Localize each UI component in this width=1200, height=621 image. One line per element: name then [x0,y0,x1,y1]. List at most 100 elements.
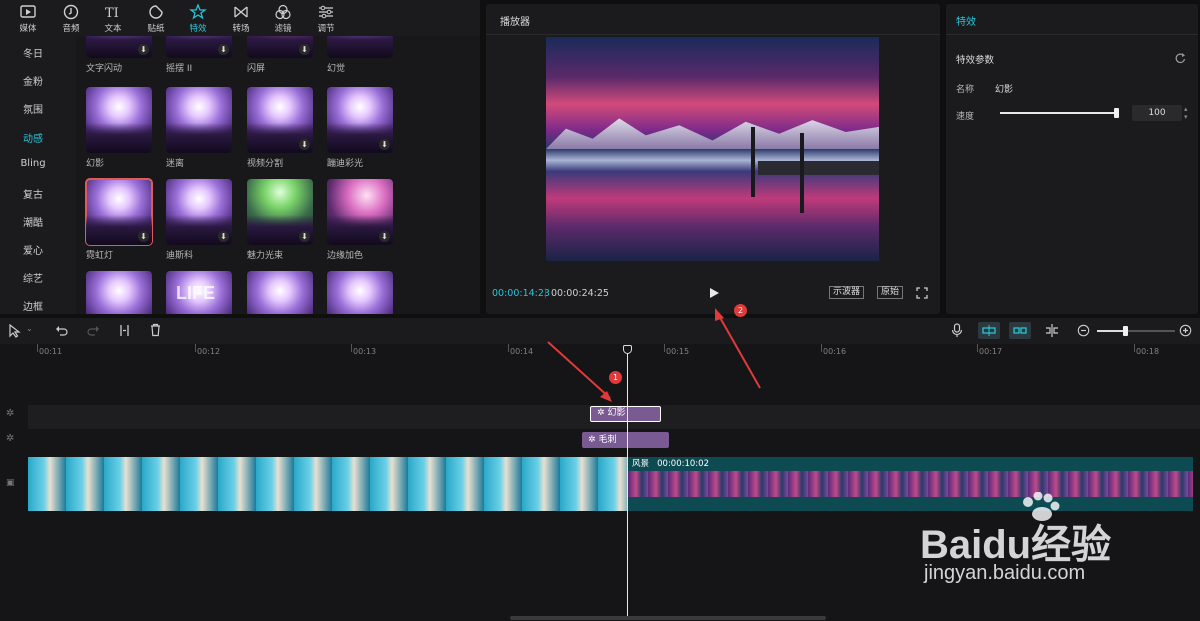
effect-item[interactable]: 迷离 [166,87,234,169]
category-item[interactable]: Bling [0,158,66,169]
chevron-down-icon[interactable]: ⌄ [26,324,33,333]
ruler-tick: 00:18 [1136,347,1160,356]
reset-icon[interactable] [1174,52,1186,64]
delete-icon[interactable] [149,323,162,337]
playhead[interactable] [627,346,628,616]
effect-item[interactable]: ⬇ 视频分割 [247,87,315,169]
ruler-tick: 00:11 [39,347,63,356]
download-icon[interactable]: ⬇ [138,231,149,242]
category-item[interactable]: 综艺 [0,270,66,285]
effect-grid: ⬇ 文字闪动 ⬇ 摇摆 II ⬇ 闪屏 幻觉 幻影 迷离 ⬇ 视频分割 ⬇ 蹦迪… [76,36,480,314]
magnet-icon [982,325,996,336]
category-item[interactable]: 复古 [0,186,66,201]
playhead-handle[interactable] [623,345,632,354]
effect-item[interactable]: LIFE [166,271,234,314]
tab-text[interactable]: TI 文本 [93,4,133,34]
download-icon[interactable]: ⬇ [218,44,229,55]
effect-item[interactable] [86,271,154,314]
tab-sticker[interactable]: 贴纸 [136,4,176,34]
watermark: Baidu经验 jingyan.baidu.com [920,492,1190,592]
total-time: 00:00:24:25 [551,288,609,299]
effect-item[interactable] [247,271,315,314]
download-icon[interactable]: ⬇ [218,231,229,242]
effect-item[interactable]: ⬇ 蹦迪彩光 [327,87,395,169]
player-panel: 播放器 00:00:14:23 | 00:00:24:25 示波器 原始 [486,4,940,314]
category-item[interactable]: 边框 [0,298,66,313]
params-title: 特效 [956,17,976,28]
effect-item[interactable]: ⬇ 迪斯科 [166,179,234,261]
split-icon[interactable] [118,324,131,337]
zoom-slider-handle[interactable] [1123,326,1129,336]
effect-thumbnail: ⬇ [85,178,153,246]
filter-icon [275,4,291,20]
effects-icon [189,4,207,20]
snap-icon [1013,327,1027,334]
media-icon [20,5,36,18]
horizontal-scrollbar[interactable] [510,616,826,620]
linkage-icon[interactable] [1044,323,1060,338]
undo-icon[interactable] [55,324,68,337]
transition-icon [234,6,248,18]
effect-thumbnail: ⬇ [166,36,232,58]
tab-media[interactable]: 媒体 [8,4,48,34]
redo-icon[interactable] [87,324,100,337]
effect-star-icon: ✲ [597,408,605,418]
ruler-tick: 00:16 [823,347,847,356]
effect-thumbnail: ⬇ [247,87,313,153]
category-item[interactable]: 潮酷 [0,214,66,229]
tab-effects[interactable]: 特效 [178,4,218,34]
effect-item-phantom[interactable]: 幻影 [86,87,154,169]
zoom-in-icon[interactable] [1179,324,1192,337]
download-icon[interactable]: ⬇ [379,231,390,242]
effect-item[interactable]: ⬇ 霓虹灯 [85,178,154,261]
effect-item[interactable] [327,271,395,314]
effect-item[interactable]: ⬇ 文字闪动 [86,36,154,74]
ruler-tick: 00:13 [353,347,377,356]
main-track-magnet-toggle[interactable] [978,322,1000,339]
original-ratio-button[interactable]: 原始 [877,286,904,299]
microphone-icon[interactable] [951,323,963,338]
effect-clip-phantom[interactable]: ✲ 幻影 [590,406,661,422]
speed-slider[interactable] [1000,108,1119,118]
category-item[interactable]: 氛围 [0,101,66,116]
category-item[interactable]: 金粉 [0,73,66,88]
category-item[interactable]: 爱心 [0,242,66,257]
effect-thumbnail: LIFE [166,271,232,314]
sticker-icon [149,5,163,19]
download-icon[interactable]: ⬇ [299,231,310,242]
tab-filter[interactable]: 滤镜 [263,4,303,34]
download-icon[interactable]: ⬇ [138,44,149,55]
preview-canvas[interactable] [546,37,879,261]
scope-button[interactable]: 示波器 [829,286,865,299]
video-clip-beach[interactable] [28,457,628,511]
auto-snap-toggle[interactable] [1009,322,1031,339]
effect-item[interactable]: ⬇ 闪屏 [247,36,315,74]
select-cursor-icon[interactable] [8,324,22,338]
effect-item[interactable]: ⬇ 魅力光束 [247,179,315,261]
category-item-active[interactable]: 动感 [0,130,66,145]
effect-item[interactable]: 幻觉 [327,36,395,74]
tab-adjust[interactable]: 调节 [306,4,346,34]
effect-thumbnail: ⬇ [327,87,393,153]
fullscreen-icon[interactable] [916,287,928,299]
zoom-out-icon[interactable] [1077,324,1090,337]
effect-track-1: ✲ 幻影 [28,405,1200,429]
effect-item[interactable]: ⬇ 摇摆 II [166,36,234,74]
speed-input[interactable]: 100 [1132,105,1182,121]
timeline-zoom-slider[interactable] [1097,326,1175,336]
effect-thumbnail [247,271,313,314]
effect-item[interactable]: ⬇ 边缘加色 [327,179,395,261]
play-icon[interactable] [708,287,720,299]
download-icon[interactable]: ⬇ [299,139,310,150]
tab-audio[interactable]: 音频 [51,4,91,34]
speed-slider-handle[interactable] [1113,108,1119,118]
media-toolbar: 媒体 音频 TI 文本 贴纸 特效 转场 滤镜 调节 [0,0,480,36]
effect-clip-glitch[interactable]: ✲ 毛刺 [582,432,669,448]
download-icon[interactable]: ⬇ [299,44,310,55]
speed-stepper-icon[interactable]: ▴ ▾ [1184,105,1188,121]
params-section-title: 特效参数 [956,55,995,66]
tab-transition[interactable]: 转场 [221,4,261,34]
category-item[interactable]: 冬日 [0,45,66,60]
download-icon[interactable]: ⬇ [379,139,390,150]
effect-thumbnail [166,87,232,153]
